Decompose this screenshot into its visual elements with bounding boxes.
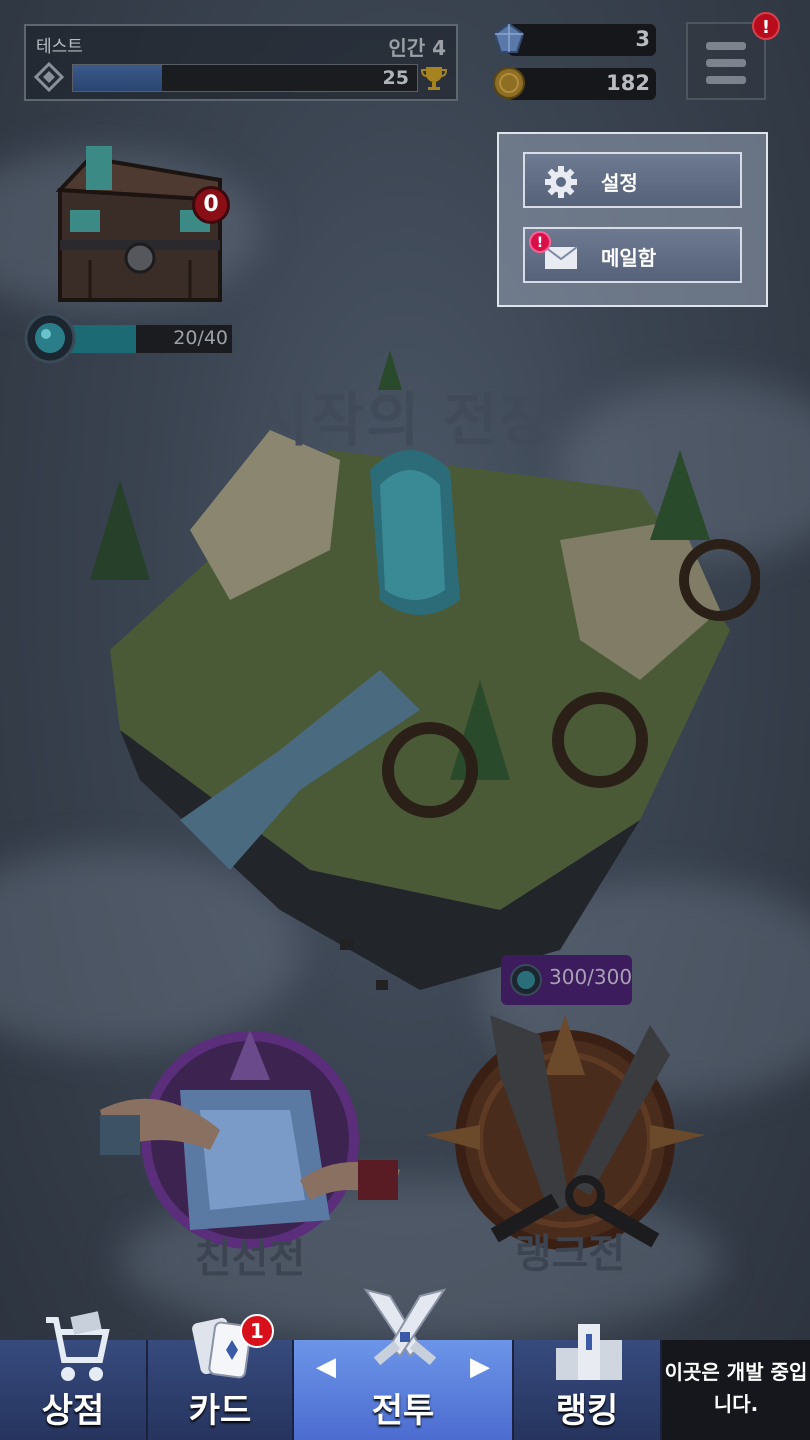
- hamburger-line: [706, 42, 746, 50]
- bottom-navigation: 상점 1 카드 ◀ ▶ 전투 랭킹 이곳은 개발 중입니다.: [0, 1288, 810, 1440]
- nav-shop[interactable]: 상점: [0, 1311, 148, 1440]
- nav-battle-label: 전투: [371, 1391, 435, 1431]
- hamburger-line: [706, 59, 746, 67]
- friendly-match-label: 친선전: [194, 1236, 306, 1282]
- stamina-tag: 300/300: [501, 955, 632, 1005]
- dev-notice: 이곳은 개발 중입니다.: [662, 1340, 810, 1440]
- crossed-swords-icon: [363, 1288, 447, 1366]
- menu-alert-badge: !: [752, 12, 780, 40]
- gold-value: 182: [606, 71, 650, 95]
- menu-popup: 설정 ! 메일함: [497, 132, 768, 307]
- nav-cards-label: 카드: [188, 1391, 252, 1431]
- friendly-match-button[interactable]: 친선전: [100, 1020, 400, 1282]
- gear-icon: [545, 166, 577, 198]
- mailbox-label: 메일함: [601, 246, 657, 270]
- gold-counter: 182: [493, 67, 656, 100]
- gold-coin-icon: [493, 67, 525, 99]
- trophy-icon: [420, 67, 448, 90]
- player-panel: 테스트 인간 4 25: [24, 24, 458, 101]
- treasure-chest-icon[interactable]: [50, 140, 230, 310]
- ranking-podium-icon: [556, 1324, 622, 1380]
- hamburger-line: [706, 76, 746, 84]
- arrow-right-icon[interactable]: ▶: [470, 1352, 490, 1382]
- chest-energy-text: 20/40: [173, 327, 228, 349]
- energy-orb-icon: [24, 312, 76, 364]
- trophy-count: 25: [382, 67, 409, 89]
- stamina-value: 300/300: [549, 965, 633, 989]
- ranked-match-button[interactable]: 랭크전: [420, 1015, 720, 1277]
- nav-cards[interactable]: 1 카드: [148, 1314, 294, 1440]
- ranked-match-emblem-icon: [425, 1015, 705, 1250]
- arrow-left-icon[interactable]: ◀: [316, 1352, 336, 1382]
- settings-button[interactable]: 설정: [523, 152, 742, 208]
- exp-bar: 25: [72, 64, 418, 92]
- chest-count-badge: 0: [192, 186, 230, 224]
- exp-fill: [73, 65, 163, 91]
- friendly-match-emblem-icon: [100, 1030, 400, 1249]
- gem-counter: 3: [493, 22, 656, 56]
- shopping-cart-icon: [46, 1311, 110, 1381]
- nav-ranking[interactable]: 랭킹: [514, 1324, 662, 1440]
- player-rank: 인간 4: [388, 36, 446, 60]
- gem-icon: [493, 22, 525, 53]
- settings-label: 설정: [601, 171, 638, 195]
- gem-value: 3: [635, 27, 650, 51]
- cards-badge: 1: [240, 1314, 274, 1348]
- rank-diamond-icon: [34, 62, 64, 92]
- stamina-orb-icon: [510, 964, 542, 996]
- ranked-match-label: 랭크전: [514, 1231, 626, 1277]
- player-name: 테스트: [36, 37, 83, 57]
- nav-battle[interactable]: ◀ ▶ 전투: [294, 1288, 514, 1440]
- nav-ranking-label: 랭킹: [555, 1391, 619, 1431]
- nav-shop-label: 상점: [41, 1391, 105, 1431]
- mailbox-button[interactable]: ! 메일함: [523, 227, 742, 283]
- mail-alert-badge: !: [529, 231, 551, 253]
- stage-title: 시작의 전장: [255, 386, 555, 454]
